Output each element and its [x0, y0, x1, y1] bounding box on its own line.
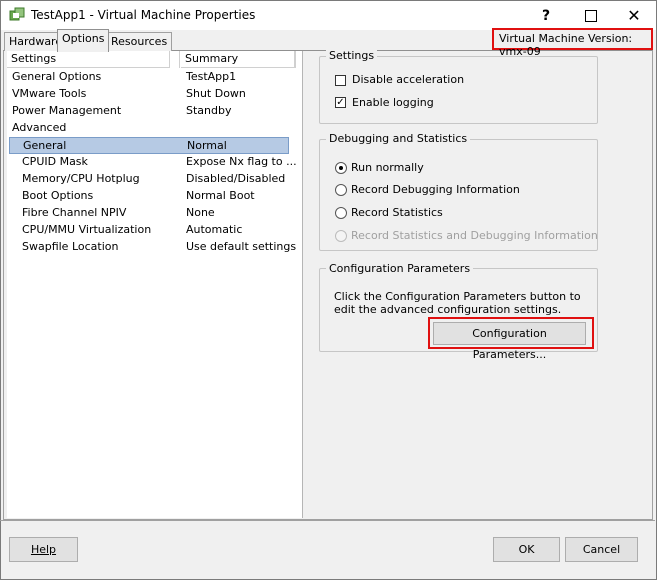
- checkmark-icon: ✓: [336, 97, 345, 108]
- setting-name: General Options: [12, 70, 102, 83]
- record-stats-and-debug-radio: [335, 230, 347, 242]
- enable-logging-checkbox[interactable]: ✓: [335, 97, 346, 108]
- setting-summary: Standby: [186, 104, 232, 117]
- setting-name: CPU/MMU Virtualization: [22, 223, 152, 236]
- list-item[interactable]: CPUID Mask Expose Nx flag to ...: [7, 154, 297, 171]
- record-debugging-label[interactable]: Record Debugging Information: [351, 183, 520, 196]
- disable-acceleration-checkbox[interactable]: [335, 75, 346, 86]
- record-statistics-radio[interactable]: [335, 207, 347, 219]
- list-item[interactable]: Boot Options Normal Boot: [7, 188, 289, 205]
- setting-summary: TestApp1: [186, 70, 237, 83]
- setting-name: General: [23, 139, 67, 152]
- record-debugging-radio[interactable]: [335, 184, 347, 196]
- setting-summary: Shut Down: [186, 87, 246, 100]
- setting-name: CPUID Mask: [22, 155, 88, 168]
- setting-summary: Use default settings: [186, 240, 297, 253]
- window-title: TestApp1 - Virtual Machine Properties: [31, 8, 256, 22]
- record-stats-and-debug-label: Record Statistics and Debugging Informat…: [351, 229, 598, 242]
- setting-summary: Normal: [187, 139, 227, 152]
- title-bar: TestApp1 - Virtual Machine Properties ? …: [1, 1, 656, 30]
- setting-name: Memory/CPU Hotplug: [22, 172, 140, 185]
- help-button-label: Help: [30, 543, 57, 556]
- list-group-advanced[interactable]: Advanced: [7, 120, 289, 137]
- maximize-button[interactable]: [569, 1, 613, 30]
- setting-summary: Automatic: [186, 223, 243, 236]
- enable-logging-label[interactable]: Enable logging: [352, 96, 434, 109]
- setting-summary: Normal Boot: [186, 189, 255, 202]
- column-header-filler: [295, 51, 302, 68]
- debugging-group-title: Debugging and Statistics: [326, 132, 471, 145]
- tab-options[interactable]: Options: [57, 29, 110, 52]
- list-item[interactable]: Fibre Channel NPIV None: [7, 205, 289, 222]
- question-icon: ?: [541, 7, 551, 24]
- vm-app-icon: [9, 7, 25, 21]
- setting-name: VMware Tools: [12, 87, 87, 100]
- cancel-button[interactable]: Cancel: [565, 537, 638, 562]
- setting-name: Power Management: [12, 104, 122, 117]
- run-normally-radio[interactable]: [335, 162, 347, 174]
- setting-name: Advanced: [12, 121, 67, 134]
- column-header-settings[interactable]: Settings: [7, 51, 170, 68]
- configuration-group-title: Configuration Parameters: [326, 262, 474, 275]
- settings-group-title: Settings: [326, 49, 378, 62]
- list-item[interactable]: Memory/CPU Hotplug Disabled/Disabled: [7, 171, 289, 188]
- vm-version-label: Virtual Machine Version: vmx-09: [499, 32, 633, 58]
- setting-summary: Disabled/Disabled: [186, 172, 286, 185]
- setting-summary: None: [186, 206, 215, 219]
- list-item[interactable]: General Options TestApp1: [7, 69, 289, 86]
- footer-divider: [0, 520, 655, 521]
- list-item-selected[interactable]: General Normal: [9, 137, 289, 154]
- help-title-button[interactable]: ?: [524, 1, 568, 30]
- setting-name: Swapfile Location: [22, 240, 119, 253]
- column-header-summary[interactable]: Summary: [181, 51, 295, 68]
- record-statistics-label[interactable]: Record Statistics: [351, 206, 443, 219]
- setting-name: Boot Options: [22, 189, 94, 202]
- close-icon: ✕: [627, 6, 641, 25]
- maximize-icon: [585, 9, 597, 22]
- settings-group: [319, 56, 598, 124]
- list-item[interactable]: Power Management Standby: [7, 103, 289, 120]
- settings-list[interactable]: Settings Summary General Options TestApp1…: [7, 51, 303, 518]
- setting-summary: Expose Nx flag to ...: [186, 155, 297, 168]
- run-normally-label[interactable]: Run normally: [351, 161, 424, 174]
- list-item[interactable]: CPU/MMU Virtualization Automatic: [7, 222, 289, 239]
- help-button[interactable]: Help: [9, 537, 78, 562]
- close-button[interactable]: ✕: [612, 1, 656, 30]
- setting-name: Fibre Channel NPIV: [22, 206, 127, 219]
- column-header-separator: [172, 51, 180, 68]
- list-item[interactable]: VMware Tools Shut Down: [7, 86, 289, 103]
- ok-button[interactable]: OK: [493, 537, 560, 562]
- list-item[interactable]: Swapfile Location Use default settings: [7, 239, 296, 256]
- tab-resources[interactable]: Resources: [106, 32, 173, 51]
- configuration-description: Click the Configuration Parameters butto…: [334, 290, 581, 316]
- configuration-button-highlight: [428, 317, 594, 349]
- disable-acceleration-label[interactable]: Disable acceleration: [352, 73, 464, 86]
